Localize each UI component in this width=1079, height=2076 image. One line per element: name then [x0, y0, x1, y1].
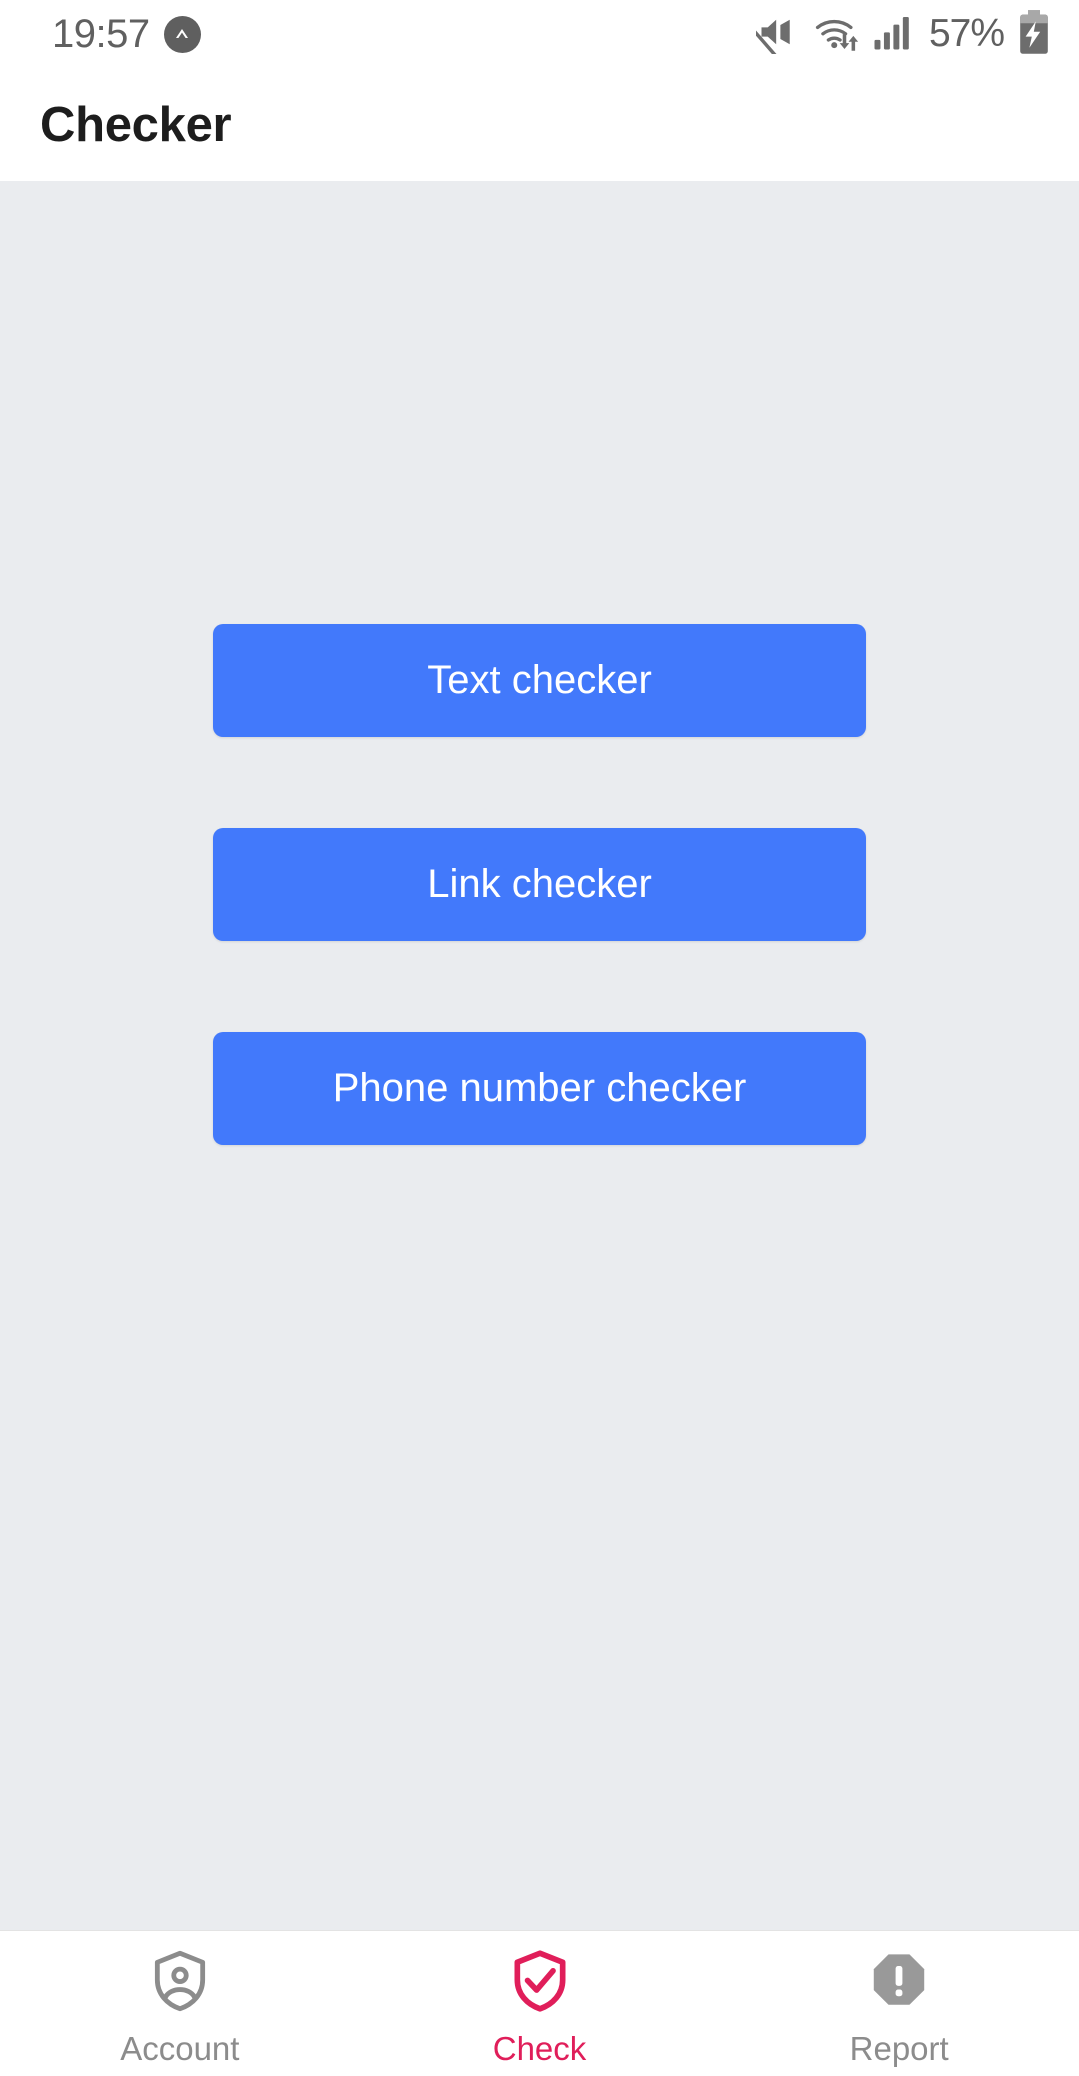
nav-label-account: Account [120, 2030, 240, 2067]
status-bar-clock: 19:57 [52, 11, 150, 56]
app-screen: 19:57 57% Checker Text checker Link chec… [0, 0, 1079, 2076]
nav-item-account[interactable]: Account [0, 1945, 360, 2068]
status-bar-left: 19:57 [52, 12, 201, 57]
app-bar: Checker [0, 68, 1079, 181]
bottom-navigation-bar: Account Check Report [0, 1930, 1079, 2076]
shield-person-icon [146, 1945, 214, 2017]
battery-charging-icon [1017, 9, 1051, 60]
page-title: Checker [40, 97, 232, 152]
volume-mute-icon [752, 10, 800, 62]
checker-button-stack: Text checker Link checker Phone number c… [0, 624, 1079, 1145]
cellular-signal-icon [872, 11, 912, 58]
text-checker-button[interactable]: Text checker [213, 624, 866, 737]
link-checker-button[interactable]: Link checker [213, 828, 866, 941]
nav-item-report[interactable]: Report [719, 1945, 1079, 2068]
wifi-data-transfer-icon [813, 10, 859, 59]
nav-item-check[interactable]: Check [360, 1945, 720, 2068]
battery-percent-label: 57% [928, 12, 1005, 55]
status-bar-right: 57% [752, 9, 1051, 62]
chevron-up-circle-icon [163, 15, 201, 53]
octagon-exclamation-icon [865, 1945, 933, 2017]
shield-check-icon [506, 1945, 574, 2017]
main-content: Text checker Link checker Phone number c… [0, 181, 1079, 1930]
status-bar: 19:57 57% [0, 0, 1079, 68]
nav-label-check: Check [492, 2030, 587, 2067]
phone-number-checker-button[interactable]: Phone number checker [213, 1032, 866, 1145]
nav-label-report: Report [849, 2030, 949, 2067]
